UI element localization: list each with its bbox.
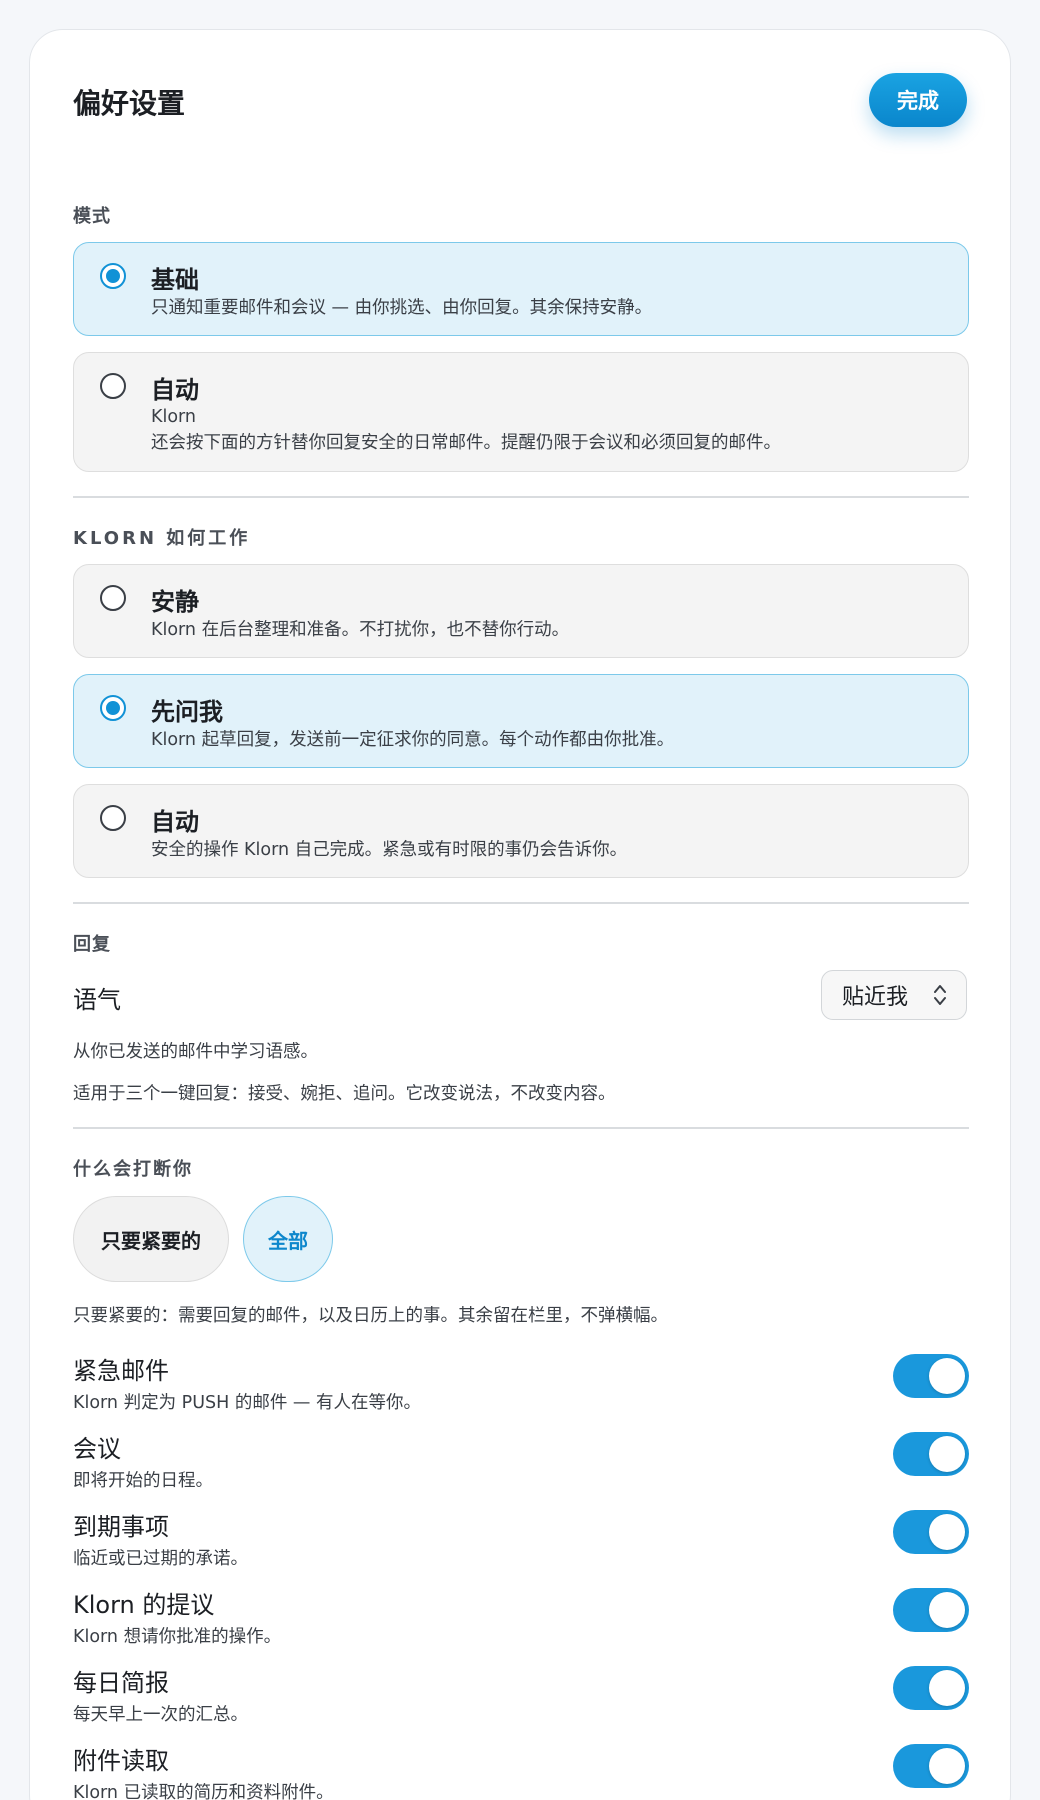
toggle-switch[interactable] — [893, 1354, 969, 1398]
toggle-switch[interactable] — [893, 1666, 969, 1710]
toggle-switch[interactable] — [893, 1432, 969, 1476]
chevron-up-down-icon — [934, 985, 946, 1005]
row-sub: 每天早上一次的汇总。 — [73, 1705, 248, 1725]
how-option-auto[interactable]: 自动 安全的操作 Klorn 自己完成。紧急或有时限的事仍会告诉你。 — [73, 784, 969, 878]
toggle-row-meetings: 会议 即将开始的日程。 — [73, 1429, 969, 1499]
toggle-switch[interactable] — [893, 1588, 969, 1632]
row-sub: Klorn 已读取的简历和资料附件。 — [73, 1783, 334, 1800]
toggle-row-klorn-suggestions: Klorn 的提议 Klorn 想请你批准的操作。 — [73, 1585, 969, 1655]
toggle-knob — [929, 1514, 965, 1550]
tone-select-value: 贴近我 — [842, 985, 909, 1010]
row-title: Klorn 的提议 — [73, 1591, 215, 1619]
option-title: 先问我 — [151, 698, 223, 726]
radio-selected-icon[interactable] — [100, 695, 126, 721]
toggle-knob — [929, 1592, 965, 1628]
option-title: 自动 — [151, 808, 199, 836]
preferences-card: 偏好设置 完成 模式 基础 只通知重要邮件和会议 — 由你挑选、由你回复。其余保… — [29, 29, 1011, 1800]
tone-label: 语气 — [73, 986, 121, 1014]
option-desc-line1: Klorn — [151, 407, 197, 427]
option-desc-line2: 还会按下面的方针替你回复安全的日常邮件。提醒仍限于会议和必须回复的邮件。 — [151, 433, 781, 453]
toggle-row-daily-brief: 每日简报 每天早上一次的汇总。 — [73, 1663, 969, 1733]
mode-option-auto[interactable]: 自动 Klorn 还会按下面的方针替你回复安全的日常邮件。提醒仍限于会议和必须回… — [73, 352, 969, 472]
how-option-quiet[interactable]: 安静 Klorn 在后台整理和准备。不打扰你，也不替你行动。 — [73, 564, 969, 658]
tone-desc: 从你已发送的邮件中学习语感。 — [73, 1042, 318, 1062]
tone-select[interactable]: 贴近我 — [821, 970, 967, 1020]
toggle-knob — [929, 1436, 965, 1472]
row-sub: 即将开始的日程。 — [73, 1471, 213, 1491]
mode-option-basic[interactable]: 基础 只通知重要邮件和会议 — 由你挑选、由你回复。其余保持安静。 — [73, 242, 969, 336]
divider — [73, 902, 969, 904]
toggle-switch[interactable] — [893, 1744, 969, 1788]
row-sub: Klorn 想请你批准的操作。 — [73, 1627, 282, 1647]
row-title: 紧急邮件 — [73, 1357, 169, 1385]
option-title: 自动 — [151, 376, 199, 404]
toggle-knob — [929, 1358, 965, 1394]
done-button[interactable]: 完成 — [869, 73, 967, 127]
toggle-switch[interactable] — [893, 1510, 969, 1554]
row-title: 会议 — [73, 1435, 121, 1463]
toggle-knob — [929, 1670, 965, 1706]
divider — [73, 1127, 969, 1129]
mode-section-label: 模式 — [73, 206, 111, 227]
toggle-knob — [929, 1748, 965, 1784]
row-title: 每日简报 — [73, 1669, 169, 1697]
option-title: 基础 — [151, 266, 199, 294]
pill-all[interactable]: 全部 — [243, 1196, 333, 1282]
tone-scope-desc: 适用于三个一键回复：接受、婉拒、追问。它改变说法，不改变内容。 — [73, 1084, 616, 1104]
interrupt-section-label: 什么会打断你 — [73, 1159, 193, 1180]
row-title: 附件读取 — [73, 1747, 169, 1775]
option-desc: Klorn 起草回复，发送前一定征求你的同意。每个动作都由你批准。 — [151, 730, 675, 750]
option-title: 安静 — [151, 588, 199, 616]
pill-urgent-only[interactable]: 只要紧要的 — [73, 1196, 229, 1282]
row-title: 到期事项 — [73, 1513, 169, 1541]
toggle-row-urgent-mail: 紧急邮件 Klorn 判定为 PUSH 的邮件 — 有人在等你。 — [73, 1351, 969, 1421]
radio-selected-icon[interactable] — [100, 263, 126, 289]
reply-section-label: 回复 — [73, 934, 111, 955]
how-option-ask-me[interactable]: 先问我 Klorn 起草回复，发送前一定征求你的同意。每个动作都由你批准。 — [73, 674, 969, 768]
radio-unselected-icon[interactable] — [100, 585, 126, 611]
divider — [73, 496, 969, 498]
option-desc: Klorn 在后台整理和准备。不打扰你，也不替你行动。 — [151, 620, 570, 640]
interrupt-note: 只要紧要的：需要回复的邮件，以及日历上的事。其余留在栏里，不弹横幅。 — [73, 1306, 668, 1326]
radio-unselected-icon[interactable] — [100, 373, 126, 399]
row-sub: Klorn 判定为 PUSH 的邮件 — 有人在等你。 — [73, 1393, 421, 1413]
option-desc: 安全的操作 Klorn 自己完成。紧急或有时限的事仍会告诉你。 — [151, 840, 628, 860]
row-sub: 临近或已过期的承诺。 — [73, 1549, 248, 1569]
toggle-row-attachments: 附件读取 Klorn 已读取的简历和资料附件。 — [73, 1741, 969, 1800]
radio-unselected-icon[interactable] — [100, 805, 126, 831]
how-section-label: KLORN 如何工作 — [73, 528, 251, 549]
option-desc: 只通知重要邮件和会议 — 由你挑选、由你回复。其余保持安静。 — [151, 298, 653, 318]
page-title: 偏好设置 — [73, 87, 186, 120]
toggle-row-due-items: 到期事项 临近或已过期的承诺。 — [73, 1507, 969, 1577]
